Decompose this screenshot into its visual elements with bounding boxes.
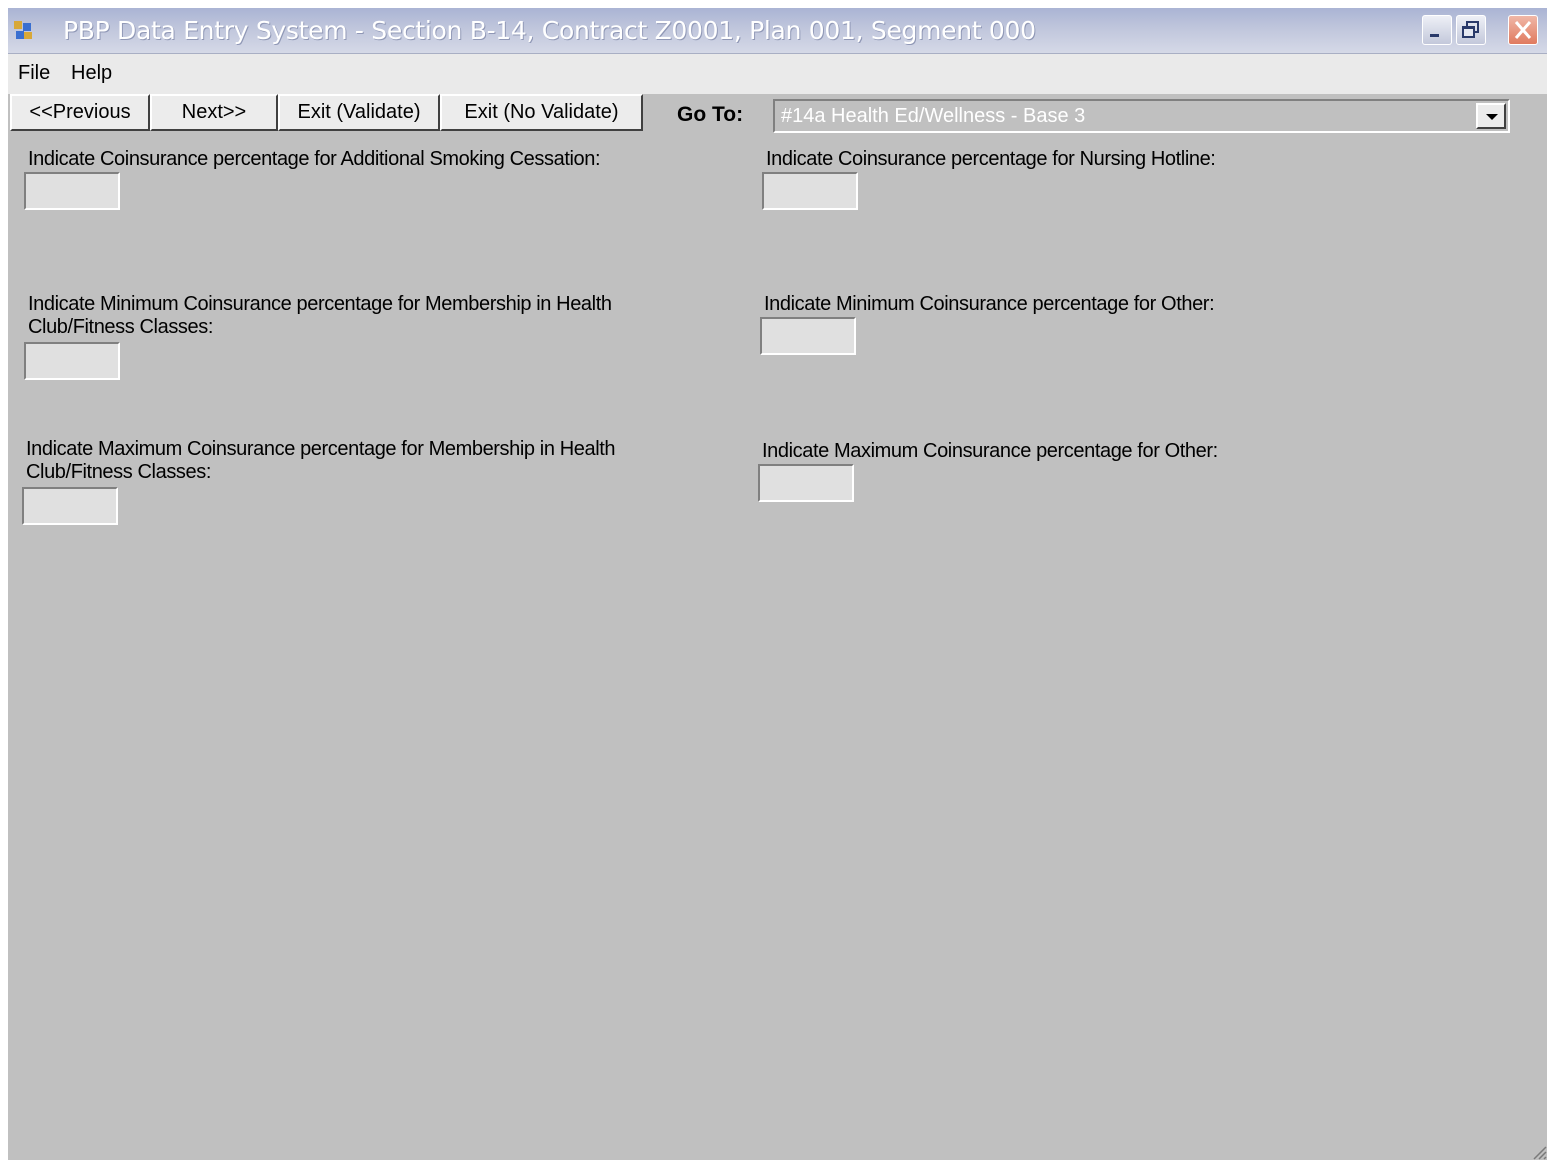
min-health-club-label-line2: Club/Fitness Classes: <box>28 316 213 338</box>
min-health-club-input[interactable] <box>24 342 120 380</box>
max-health-club-label-line2: Club/Fitness Classes: <box>26 461 211 483</box>
exit-validate-button[interactable]: Exit (Validate) <box>278 94 440 131</box>
restore-icon <box>1462 21 1479 38</box>
app-window: PBP Data Entry System - Section B-14, Co… <box>8 8 1547 1160</box>
smoking-coinsurance-label: Indicate Coinsurance percentage for Addi… <box>28 148 601 170</box>
max-health-club-label-line1: Indicate Maximum Coinsurance percentage … <box>26 438 616 460</box>
goto-label: Go To: <box>677 103 744 126</box>
menu-help[interactable]: Help <box>71 62 112 85</box>
min-other-input[interactable] <box>760 317 856 355</box>
min-other-label: Indicate Minimum Coinsurance percentage … <box>764 293 1215 315</box>
goto-dropdown[interactable]: #14a Health Ed/Wellness - Base 3 <box>773 99 1510 133</box>
minimize-button[interactable] <box>1422 15 1452 45</box>
goto-selected-value: #14a Health Ed/Wellness - Base 3 <box>781 105 1086 127</box>
window-title: PBP Data Entry System - Section B-14, Co… <box>63 16 1036 45</box>
minimize-icon <box>1430 34 1439 37</box>
exit-no-validate-button[interactable]: Exit (No Validate) <box>440 94 643 131</box>
menu-file[interactable]: File <box>18 62 50 85</box>
max-other-input[interactable] <box>758 464 854 502</box>
chevron-down-icon[interactable] <box>1476 103 1506 129</box>
smoking-coinsurance-input[interactable] <box>24 172 120 210</box>
toolbar: <<Previous Next>> Exit (Validate) Exit (… <box>8 94 1547 138</box>
close-button[interactable] <box>1508 15 1538 45</box>
app-icon <box>14 21 32 39</box>
nursing-hotline-input[interactable] <box>762 172 858 210</box>
resize-grip-icon[interactable] <box>1529 1142 1547 1160</box>
max-health-club-input[interactable] <box>22 487 118 525</box>
next-button[interactable]: Next>> <box>150 94 278 131</box>
title-bar[interactable]: PBP Data Entry System - Section B-14, Co… <box>8 8 1547 54</box>
restore-button[interactable] <box>1456 15 1486 45</box>
max-other-label: Indicate Maximum Coinsurance percentage … <box>762 440 1218 462</box>
min-health-club-label-line1: Indicate Minimum Coinsurance percentage … <box>28 293 612 315</box>
min-health-club-label: Indicate Minimum Coinsurance percentage … <box>28 293 612 339</box>
nursing-hotline-label: Indicate Coinsurance percentage for Nurs… <box>766 148 1216 170</box>
max-health-club-label: Indicate Maximum Coinsurance percentage … <box>26 438 616 484</box>
close-icon <box>1514 21 1532 39</box>
previous-button[interactable]: <<Previous <box>10 94 150 131</box>
menu-bar: File Help <box>8 54 1547 94</box>
